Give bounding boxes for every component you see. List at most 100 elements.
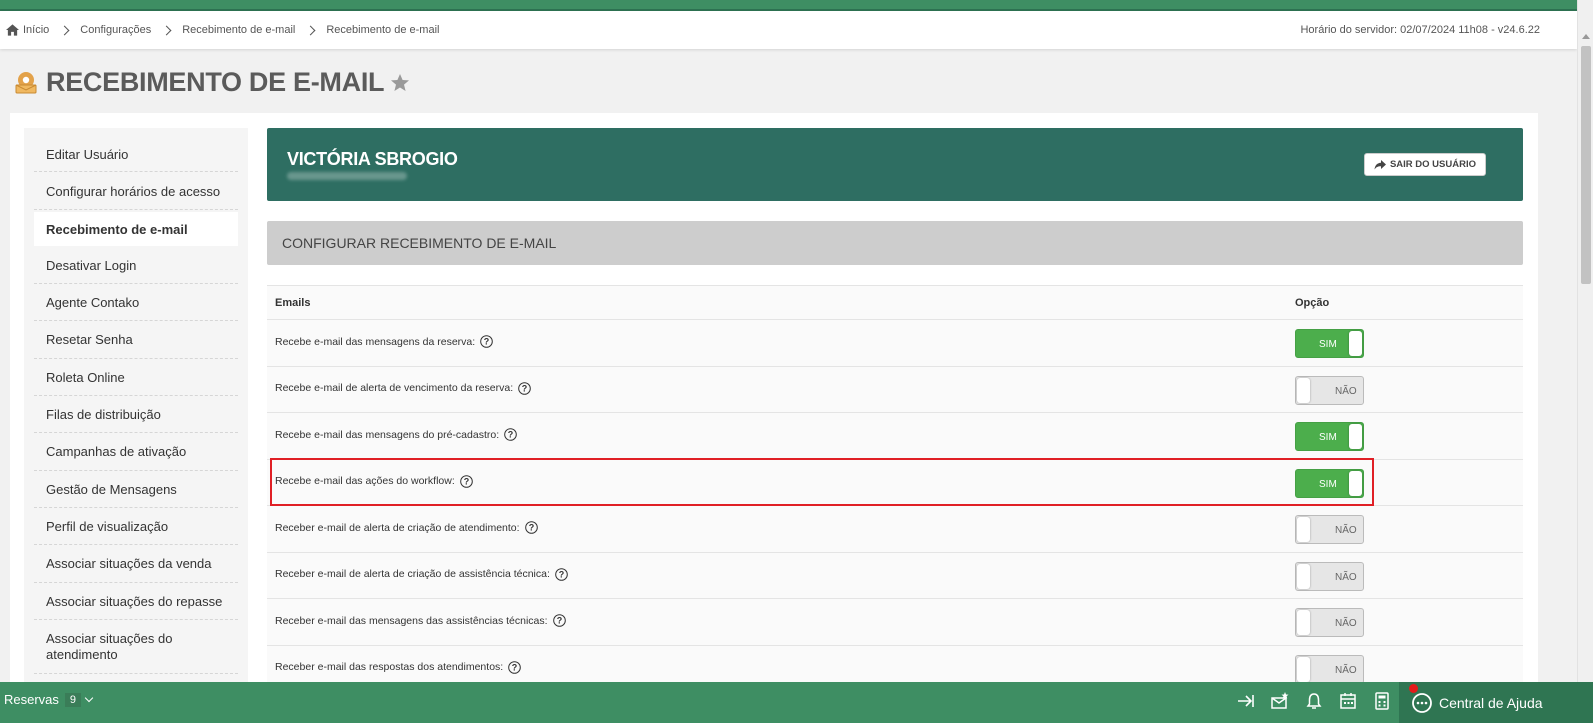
user-name: VICTÓRIA SBROGIO (287, 149, 458, 169)
scrollbar-thumb[interactable] (1581, 46, 1591, 284)
toggle-switch[interactable]: SIM (1295, 422, 1364, 451)
row-label: Receber e-mail de alerta de criação de a… (275, 567, 568, 581)
toggle-switch[interactable]: NÃO (1295, 515, 1364, 544)
scroll-up-icon[interactable] (1582, 34, 1590, 39)
help-icon[interactable]: ? (518, 381, 531, 395)
sidebar-item-label: Campanhas de ativação (46, 444, 187, 459)
mail-star-icon[interactable] (1270, 691, 1290, 711)
svg-text:?: ? (512, 662, 518, 672)
sidebar-item-campanhas-ativacao[interactable]: Campanhas de ativação (34, 433, 238, 471)
toggle-knob (1297, 377, 1310, 403)
toggle-label: NÃO (1335, 525, 1357, 536)
toggle-switch[interactable]: NÃO (1295, 654, 1364, 684)
server-time: Horário do servidor: 02/07/2024 11h08 - … (1300, 24, 1540, 36)
chevron-right-icon (161, 25, 172, 35)
sidebar-item-label: Gestão de Mensagens (46, 481, 177, 497)
sidebar-item-configurar-horarios[interactable]: Configurar horários de acesso (34, 174, 238, 210)
breadcrumb-item[interactable]: Início (23, 24, 49, 36)
svg-text:?: ? (484, 337, 490, 347)
help-center-button[interactable]: Central de Ajuda (1399, 682, 1593, 723)
star-icon[interactable] (390, 73, 410, 93)
sidebar-item-label: Associar situações do atendimento (46, 630, 173, 662)
calendar-icon[interactable] (1338, 691, 1358, 711)
bell-icon[interactable] (1304, 691, 1324, 711)
chat-icon (1412, 692, 1432, 713)
row-label: Recebe e-mail das mensagens da reserva:? (275, 335, 493, 348)
chevron-right-icon (59, 25, 70, 35)
row-label-text: Recebe e-mail das mensagens da reserva: (275, 335, 476, 348)
chevron-down-icon (84, 693, 94, 703)
section-title: CONFIGURAR RECEBIMENTO DE E-MAIL (267, 221, 1523, 265)
sidebar-item-label: Associar situações da venda (46, 556, 212, 571)
help-icon[interactable]: ? (552, 614, 566, 627)
sidebar-item-desativar-login[interactable]: Desativar Login (34, 247, 238, 284)
chevron-right-icon (305, 25, 316, 35)
row-label: Receber e-mail das mensagens das assistê… (275, 614, 566, 627)
toggle-switch[interactable]: NÃO (1295, 561, 1364, 591)
toggle-label: SIM (1319, 339, 1337, 350)
help-icon[interactable]: ? (524, 521, 538, 534)
scrollbar[interactable] (1577, 0, 1593, 694)
sidebar-item-filas-distribuicao[interactable]: Filas de distribuição (34, 396, 238, 433)
top-stripe (0, 0, 1577, 11)
svg-text:?: ? (559, 569, 565, 579)
toggle-knob (1297, 610, 1310, 635)
breadcrumb: Início Configurações Recebimento de e-ma… (0, 11, 1577, 49)
sidebar-item-resetar-senha[interactable]: Resetar Senha (34, 321, 238, 359)
calculator-icon[interactable] (1372, 691, 1392, 711)
row-label: Recebe e-mail de alerta de vencimento da… (275, 381, 531, 395)
collapse-right-icon[interactable] (1236, 691, 1256, 711)
table-row: Receber e-mail de alerta de criação de a… (267, 506, 1523, 553)
sidebar-item-label: Editar Usuário (46, 147, 129, 162)
help-icon[interactable]: ? (508, 660, 522, 674)
svg-text:?: ? (522, 383, 528, 393)
help-icon[interactable]: ? (504, 428, 517, 441)
toggle-knob (1349, 424, 1362, 449)
help-icon[interactable]: ? (555, 567, 568, 581)
logout-label: SAIR DO USUÁRIO (1389, 159, 1476, 170)
toggle-label: SIM (1319, 432, 1337, 443)
column-header-opcao: Opção (1295, 297, 1330, 309)
reservas-label: Reservas (4, 692, 59, 707)
share-arrow-icon (1374, 159, 1386, 169)
sidebar-item-recebimento-email[interactable]: Recebimento de e-mail (34, 212, 238, 246)
toggle-label: NÃO (1335, 618, 1357, 629)
breadcrumb-item[interactable]: Configurações (80, 24, 151, 36)
sidebar-item-agente-contako[interactable]: Agente Contako (34, 284, 238, 321)
toggle-knob (1349, 331, 1362, 356)
sidebar-item-label: Associar situações do repasse (46, 593, 223, 609)
breadcrumb-home[interactable]: Início (6, 24, 49, 36)
sidebar-item-roleta-online[interactable]: Roleta Online (34, 359, 238, 396)
row-label: Recebe e-mail das mensagens do pré-cadas… (275, 428, 517, 441)
breadcrumb-item[interactable]: Recebimento de e-mail (182, 24, 295, 36)
toggle-switch[interactable]: SIM (1295, 329, 1364, 358)
svg-text:?: ? (508, 430, 514, 440)
toggle-switch[interactable]: NÃO (1295, 608, 1364, 637)
sidebar-item-editar-usuario[interactable]: Editar Usuário (34, 138, 238, 172)
help-center-label: Central de Ajuda (1439, 694, 1543, 711)
sidebar-item-situacoes-venda[interactable]: Associar situações da venda (34, 545, 238, 583)
table-header: Emails Opção (267, 285, 1523, 320)
page-header: RECEBIMENTO DE E-MAIL (14, 64, 410, 100)
sidebar-item-situacoes-repasse[interactable]: Associar situações do repasse (34, 583, 238, 620)
bottom-bar: Reservas 9 Central de Ajuda (0, 682, 1593, 723)
toggle-label: NÃO (1335, 664, 1357, 676)
mail-settings-icon (15, 72, 37, 94)
svg-text:?: ? (528, 523, 534, 533)
help-icon[interactable]: ? (480, 335, 493, 348)
table-row: Recebe e-mail de alerta de vencimento da… (267, 366, 1523, 413)
sidebar-item-label: Agente Contako (46, 294, 140, 310)
toggle-label: NÃO (1335, 385, 1357, 397)
sidebar-item-gestao-mensagens[interactable]: Gestão de Mensagens (34, 471, 238, 508)
toggle-switch[interactable]: NÃO (1295, 375, 1364, 405)
reservas-dropdown[interactable]: Reservas 9 (4, 692, 94, 707)
sidebar-item-label: Recebimento de e-mail (46, 221, 188, 237)
home-icon (6, 24, 19, 36)
logout-user-button[interactable]: SAIR DO USUÁRIO (1363, 153, 1486, 176)
sidebar-item-label: Desativar Login (46, 257, 137, 273)
sidebar-item-label: Roleta Online (46, 369, 125, 385)
row-label-text: Recebe e-mail das mensagens do pré-cadas… (275, 428, 500, 441)
sidebar-item-perfil-visualizacao[interactable]: Perfil de visualização (34, 508, 238, 545)
toggle-knob (1297, 563, 1310, 589)
sidebar-item-situacoes-atendimento[interactable]: Associar situações do atendimento (34, 620, 238, 674)
